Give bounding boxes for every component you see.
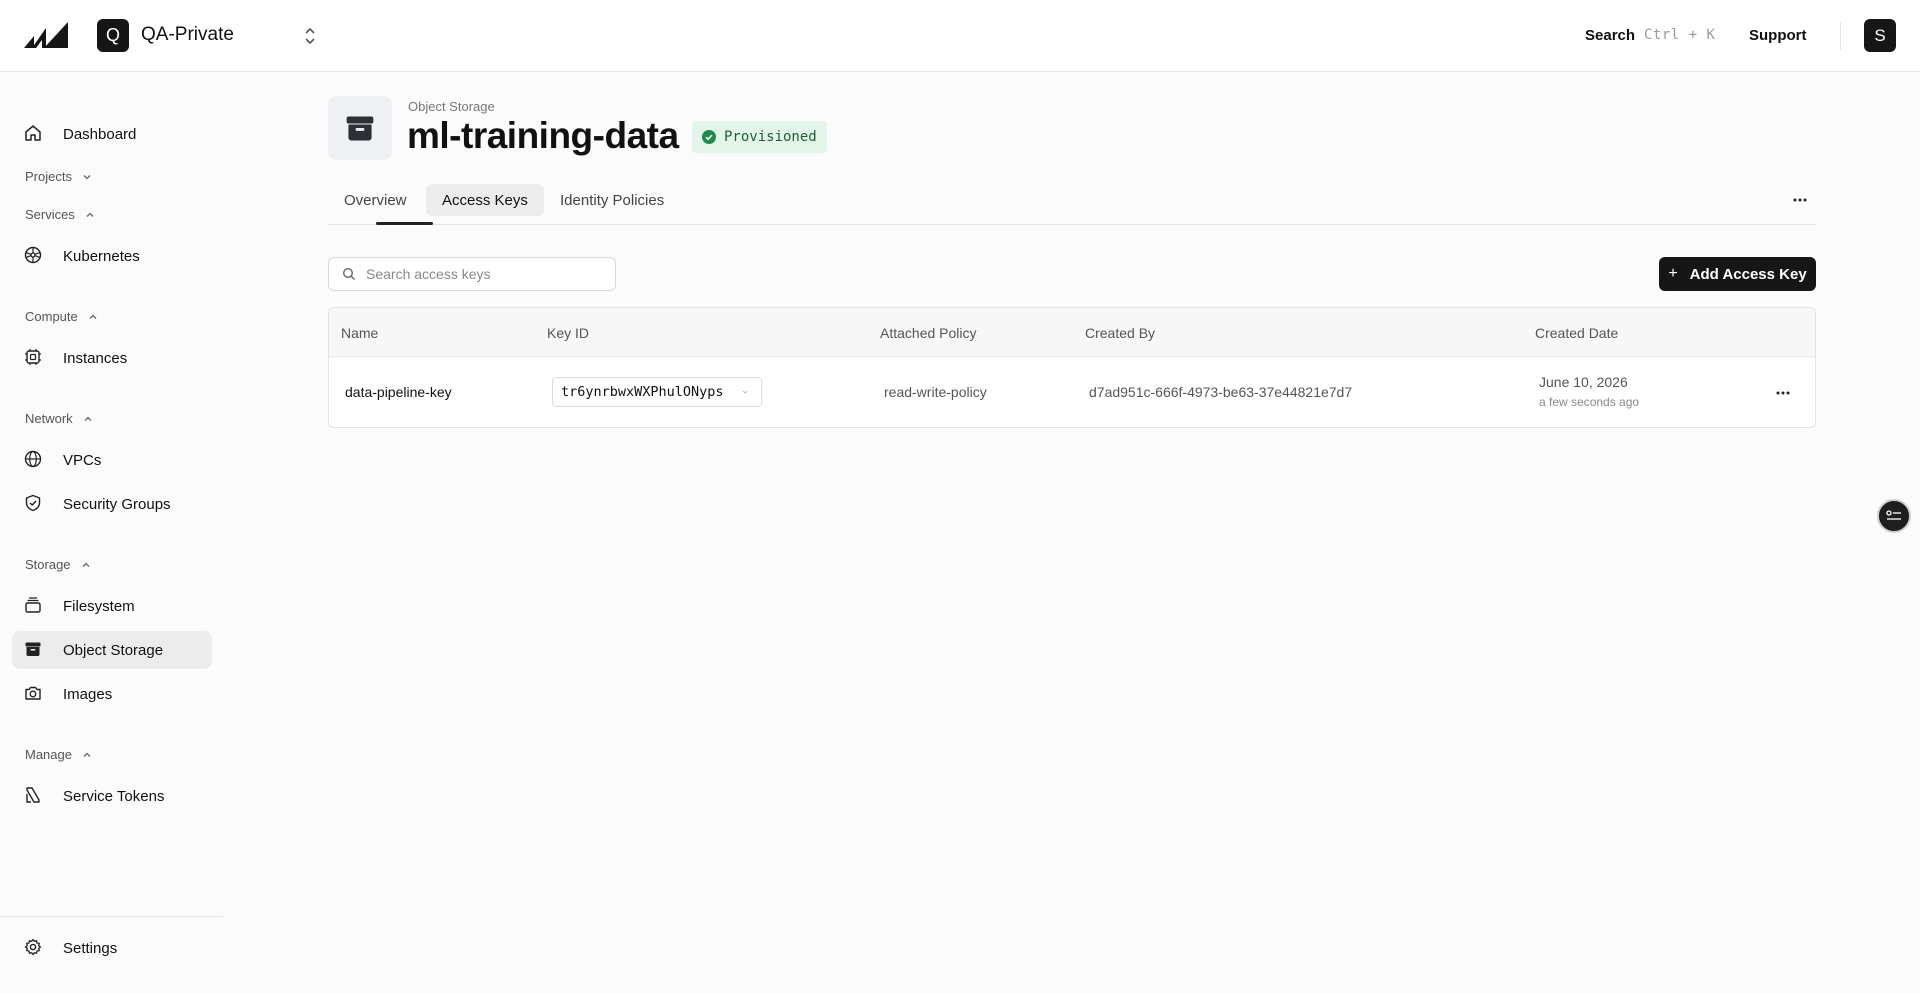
add-access-key-button[interactable]: + Add Access Key [1659, 257, 1816, 291]
created-relative: a few seconds ago [1539, 395, 1640, 409]
home-icon [24, 124, 44, 144]
section-network[interactable]: Network [25, 411, 93, 426]
chevron-up-icon [88, 312, 98, 322]
key-name: data-pipeline-key [345, 384, 452, 400]
section-storage[interactable]: Storage [25, 557, 91, 572]
sidebar-item-label: Security Groups [63, 495, 171, 513]
project-avatar[interactable]: Q [97, 19, 129, 52]
project-name[interactable]: QA-Private [141, 24, 234, 46]
access-keys-table: Name Key ID Attached Policy Created By C… [328, 307, 1816, 428]
chevron-up-icon [83, 414, 93, 424]
section-label: Services [25, 207, 75, 222]
sidebar-item-instances[interactable]: Instances [12, 339, 212, 377]
section-label: Storage [25, 557, 71, 572]
search-button[interactable]: Search [1585, 27, 1635, 44]
top-bar: Q QA-Private Search Ctrl + K Support S [0, 0, 1920, 72]
table-header: Name Key ID Attached Policy Created By C… [329, 308, 1815, 357]
sidebar-item-label: Images [63, 685, 113, 703]
token-icon [24, 786, 44, 806]
globe-icon [24, 450, 44, 470]
sidebar-item-dashboard[interactable]: Dashboard [12, 115, 212, 153]
kubernetes-icon [24, 246, 44, 266]
status-label: Provisioned [724, 129, 817, 145]
attached-policy[interactable]: read-write-policy [884, 384, 987, 400]
section-label: Projects [25, 169, 72, 184]
sidebar-divider [0, 916, 223, 917]
search-shortcut: Ctrl + K [1644, 27, 1716, 43]
sidebar-item-kubernetes[interactable]: Kubernetes [12, 237, 212, 275]
key-id-value: tr6ynrbwxWXPhulONyps [561, 384, 724, 400]
support-link[interactable]: Support [1749, 27, 1807, 44]
sidebar-item-images[interactable]: Images [12, 675, 212, 713]
camera-icon [24, 684, 44, 704]
copy-icon[interactable] [741, 388, 749, 396]
sidebar-item-security-groups[interactable]: Security Groups [12, 485, 212, 523]
breadcrumb-service[interactable]: Object Storage [408, 99, 495, 114]
search-icon [342, 267, 356, 281]
tab-identity-policies[interactable]: Identity Policies [544, 184, 680, 216]
sidebar-item-settings[interactable]: Settings [12, 929, 212, 967]
sidebar-item-label: Service Tokens [63, 787, 165, 805]
table-row[interactable]: data-pipeline-key tr6ynrbwxWXPhulONyps r… [329, 357, 1815, 427]
section-label: Manage [25, 747, 72, 762]
sidebar-item-label: Kubernetes [63, 247, 140, 265]
sidebar-item-label: Settings [63, 939, 118, 957]
section-manage[interactable]: Manage [25, 747, 92, 762]
page-title: ml-training-data [407, 115, 679, 156]
section-compute[interactable]: Compute [25, 309, 98, 324]
created-date: June 10, 2026 [1539, 374, 1628, 390]
column-header-created-by[interactable]: Created By [1085, 325, 1155, 341]
tab-access-keys[interactable]: Access Keys [426, 184, 544, 216]
column-header-attached-policy[interactable]: Attached Policy [880, 325, 977, 341]
sidebar-item-object-storage[interactable]: Object Storage [12, 631, 212, 669]
column-header-created-date[interactable]: Created Date [1535, 325, 1618, 341]
active-tab-indicator [376, 222, 433, 225]
more-options-icon[interactable] [1788, 188, 1812, 212]
row-more-options-icon[interactable] [1771, 381, 1795, 405]
section-projects[interactable]: Projects [25, 169, 92, 184]
shield-check-icon [24, 494, 44, 514]
sidebar-item-label: Filesystem [63, 597, 135, 615]
gear-icon [24, 938, 44, 958]
object-storage-header-icon [328, 96, 392, 160]
tab-bar: Overview Access Keys Identity Policies [328, 184, 1816, 225]
chevron-up-icon [85, 210, 95, 220]
column-header-key-id[interactable]: Key ID [547, 325, 589, 341]
search-access-keys[interactable] [328, 257, 616, 291]
created-by: d7ad951c-666f-4973-be63-37e44821e7d7 [1089, 384, 1353, 400]
column-header-name[interactable]: Name [341, 325, 378, 341]
add-access-key-label: Add Access Key [1689, 265, 1807, 283]
checklist-icon [1886, 510, 1901, 520]
user-avatar[interactable]: S [1864, 19, 1896, 52]
cpu-icon [24, 348, 44, 368]
section-label: Network [25, 411, 73, 426]
sidebar-item-vpcs[interactable]: VPCs [12, 441, 212, 479]
section-label: Compute [25, 309, 78, 324]
chevron-down-icon [82, 172, 92, 182]
check-circle-icon [702, 130, 716, 144]
brand-logo-icon[interactable] [24, 22, 68, 48]
sidebar-item-label: Object Storage [63, 641, 164, 659]
sidebar-item-label: Instances [63, 349, 128, 367]
chevron-up-down-icon[interactable] [303, 26, 317, 46]
sidebar-item-service-tokens[interactable]: Service Tokens [12, 777, 212, 815]
topbar-divider [1840, 22, 1841, 50]
archive-box-icon [24, 640, 44, 660]
plus-icon: + [1668, 265, 1678, 282]
floating-checklist-button[interactable] [1877, 499, 1911, 533]
chevron-up-icon [82, 750, 92, 760]
archive-box-icon [346, 116, 374, 141]
sidebar-item-filesystem[interactable]: Filesystem [12, 587, 212, 625]
tab-overview[interactable]: Overview [328, 184, 423, 216]
sidebar: Dashboard Projects Services Kubernetes C… [0, 72, 223, 993]
status-badge: Provisioned [692, 121, 827, 153]
key-id-chip[interactable]: tr6ynrbwxWXPhulONyps [552, 377, 762, 407]
section-services[interactable]: Services [25, 207, 95, 222]
folder-stack-icon [24, 596, 44, 616]
chevron-up-icon [81, 560, 91, 570]
sidebar-item-label: VPCs [63, 451, 102, 469]
sidebar-item-label: Dashboard [63, 125, 137, 143]
search-input[interactable] [366, 266, 606, 282]
